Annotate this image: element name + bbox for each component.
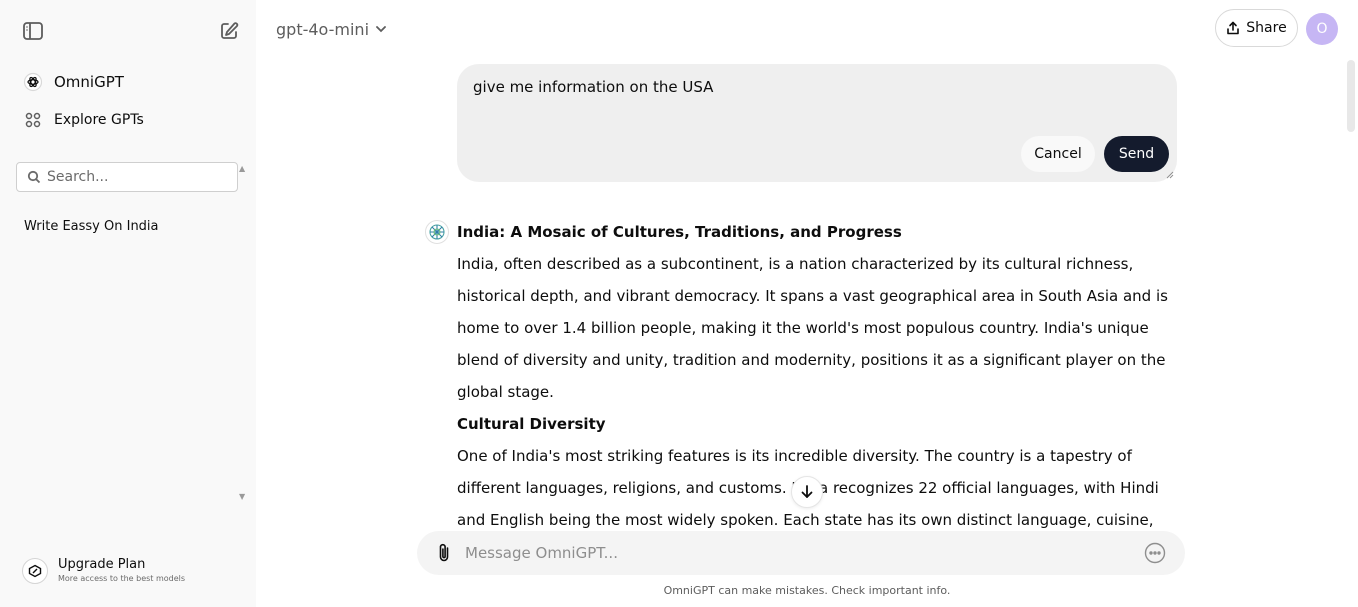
sidebar-item-omnigpt[interactable]: OmniGPT bbox=[16, 65, 240, 99]
share-icon bbox=[1226, 21, 1240, 35]
composer bbox=[417, 531, 1185, 575]
upgrade-plan-button[interactable]: Upgrade Plan More access to the best mod… bbox=[16, 550, 244, 592]
send-button[interactable]: Send bbox=[1104, 136, 1169, 172]
message-input[interactable] bbox=[465, 541, 1125, 565]
avatar-initial: O bbox=[1316, 21, 1328, 37]
model-selector[interactable]: gpt-4o-mini bbox=[268, 14, 395, 44]
scroll-down-arrow-icon[interactable]: ▼ bbox=[239, 492, 245, 501]
paperclip-icon bbox=[439, 543, 449, 562]
arrow-down-icon bbox=[801, 485, 813, 498]
message-paragraph: India, often described as a subcontinent… bbox=[457, 255, 1168, 401]
sidebar: OmniGPT Explore GPTs ▲ Write Eassy On In… bbox=[0, 0, 256, 607]
main-scrollbar[interactable] bbox=[1347, 60, 1355, 132]
message-title: India: A Mosaic of Cultures, Traditions,… bbox=[457, 223, 902, 241]
sidebar-item-explore-gpts[interactable]: Explore GPTs bbox=[16, 103, 240, 137]
sidebar-item-label: OmniGPT bbox=[54, 73, 124, 91]
edit-message-box: Cancel Send bbox=[457, 64, 1177, 182]
search-box bbox=[16, 162, 238, 192]
upgrade-icon bbox=[22, 558, 48, 584]
sidebar-item-label: Explore GPTs bbox=[54, 112, 144, 128]
search-icon bbox=[27, 170, 41, 184]
new-chat-button[interactable] bbox=[216, 18, 242, 44]
resize-handle-icon[interactable] bbox=[1166, 171, 1174, 179]
openai-logo-icon bbox=[22, 71, 44, 93]
scroll-up-arrow-icon[interactable]: ▲ bbox=[239, 164, 245, 173]
more-options-button[interactable] bbox=[1143, 541, 1167, 565]
edit-message-input[interactable] bbox=[473, 78, 1153, 128]
search-input[interactable] bbox=[47, 169, 227, 185]
share-button[interactable]: Share bbox=[1215, 9, 1298, 47]
share-label: Share bbox=[1246, 20, 1287, 36]
upgrade-plan-title: Upgrade Plan bbox=[58, 557, 146, 572]
disclaimer: OmniGPT can make mistakes. Check importa… bbox=[663, 584, 951, 597]
toggle-sidebar-button[interactable] bbox=[20, 19, 46, 43]
grid-icon bbox=[22, 109, 44, 131]
edit-icon bbox=[221, 22, 239, 39]
attach-button[interactable] bbox=[433, 542, 455, 564]
upgrade-plan-subtitle: More access to the best models bbox=[58, 574, 186, 583]
avatar[interactable]: O bbox=[1306, 13, 1338, 45]
chevron-down-icon bbox=[375, 23, 387, 35]
cancel-button[interactable]: Cancel bbox=[1021, 136, 1095, 172]
more-horizontal-icon bbox=[1144, 542, 1166, 564]
assistant-avatar-icon bbox=[425, 220, 449, 244]
history-item-label: Write Eassy On India bbox=[24, 218, 159, 234]
history-item[interactable]: Write Eassy On India bbox=[16, 212, 238, 240]
model-name: gpt-4o-mini bbox=[276, 19, 370, 39]
sidebar-toggle-icon bbox=[23, 22, 43, 40]
scroll-to-bottom-button[interactable] bbox=[791, 476, 823, 508]
message-section-title: Cultural Diversity bbox=[457, 415, 606, 433]
